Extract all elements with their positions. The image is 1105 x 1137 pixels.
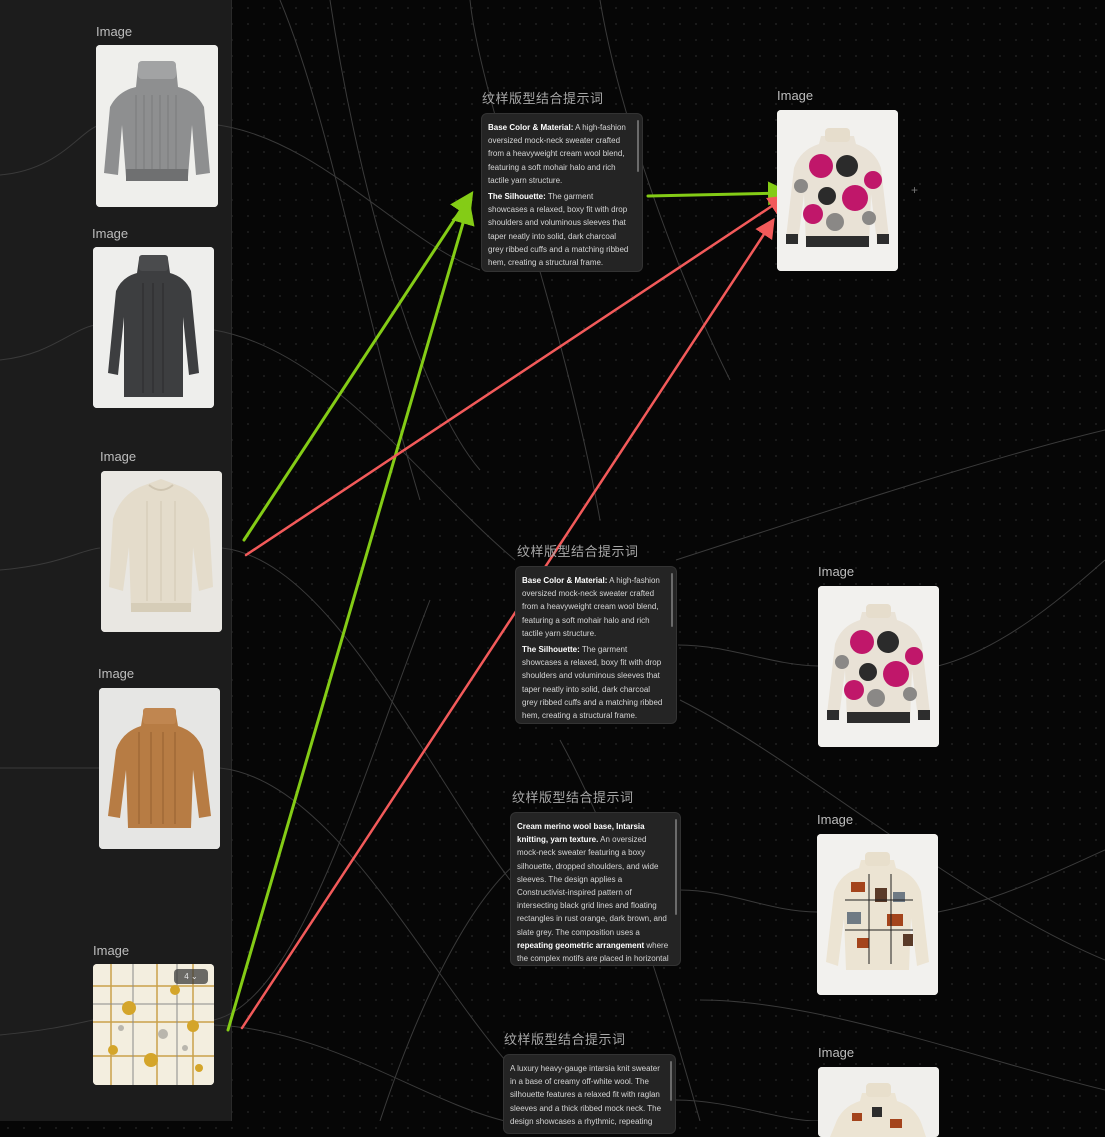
connection-curve xyxy=(213,1024,506,1121)
connection-curve xyxy=(0,124,101,176)
connection-curve xyxy=(937,849,1105,913)
connection-curve xyxy=(937,559,1105,667)
prompt-paragraph: The Silhouette: The garment showcases a … xyxy=(488,192,629,268)
output-image-node-2[interactable] xyxy=(818,586,939,747)
charcoal-sweater-dress-image xyxy=(93,247,214,408)
prompt-node-1[interactable]: Base Color & Material: A high-fashion ov… xyxy=(481,113,643,272)
connection-curve xyxy=(213,599,431,1021)
connection-curve xyxy=(279,0,421,501)
node-label: Image xyxy=(777,88,814,103)
connection-curve xyxy=(679,889,818,913)
connection-curve xyxy=(0,324,96,361)
green-arrow xyxy=(226,200,475,1032)
scrollbar-thumb[interactable] xyxy=(670,1061,672,1101)
prompt-paragraph: Cream merino wool base, Intarsia knittin… xyxy=(517,822,669,964)
scrollbar-thumb[interactable] xyxy=(675,819,677,915)
connection-curve xyxy=(675,429,1105,561)
connection-curve xyxy=(0,547,101,571)
cream-balloon-sleeve-sweater-image xyxy=(101,471,222,632)
output-image-node-4[interactable] xyxy=(818,1067,939,1137)
node-label: Image xyxy=(818,564,855,579)
green-arrow xyxy=(646,181,792,206)
connection-curve xyxy=(677,644,819,667)
node-label: Image xyxy=(92,226,129,241)
chevron-down-icon: ⌄ xyxy=(190,972,198,981)
node-label: Image xyxy=(98,666,135,681)
gray-turtleneck-sweater-image xyxy=(96,45,218,207)
prompt-paragraph: Base Color & Material: A high-fashion ov… xyxy=(522,576,660,638)
prompt-node-title: 纹样版型结合提示词 xyxy=(482,91,604,106)
connection-curve xyxy=(217,124,481,271)
prompt-node-title: 纹样版型结合提示词 xyxy=(504,1032,626,1047)
connection-curve xyxy=(379,859,521,1121)
geometric-intarsia-sweater-image xyxy=(818,1067,939,1137)
image-node-gray-sweater[interactable] xyxy=(96,45,218,207)
connection-curve xyxy=(329,0,481,471)
batch-count-badge[interactable]: 4 ⌄ xyxy=(174,969,208,984)
node-label: Image xyxy=(818,1045,855,1060)
connection-curve xyxy=(0,1019,94,1036)
connection-curve xyxy=(213,329,516,561)
prompt-paragraph: The Silhouette: The garment showcases a … xyxy=(522,645,663,721)
geometric-intarsia-sweater-image xyxy=(817,834,938,995)
node-label: Image xyxy=(96,24,133,39)
add-output-icon[interactable]: + xyxy=(911,184,918,196)
prompt-node-title: 纹样版型结合提示词 xyxy=(512,790,634,805)
prompt-node-3[interactable]: Cream merino wool base, Intarsia knittin… xyxy=(510,812,681,966)
image-node-cream-sweater[interactable] xyxy=(101,471,222,632)
batch-count-value: 4 xyxy=(184,972,189,981)
output-image-node-1[interactable] xyxy=(777,110,898,271)
image-node-charcoal-dress[interactable] xyxy=(93,247,214,408)
scrollbar-thumb[interactable] xyxy=(671,573,673,627)
node-label: Image xyxy=(93,943,130,958)
prompt-node-4[interactable]: A luxury heavy-gauge intarsia knit sweat… xyxy=(503,1054,676,1134)
green-arrow xyxy=(242,190,474,542)
image-node-camel-sweater[interactable] xyxy=(99,688,220,849)
prompt-node-title: 纹样版型结合提示词 xyxy=(517,544,639,559)
image-node-pattern-swatch[interactable]: 4 ⌄ xyxy=(93,964,214,1085)
node-label: Image xyxy=(100,449,137,464)
scrollbar-thumb[interactable] xyxy=(637,120,639,172)
connection-curve xyxy=(221,547,511,881)
prompt-paragraph: A luxury heavy-gauge intarsia knit sweat… xyxy=(510,1064,662,1126)
output-image-node-3[interactable] xyxy=(817,834,938,995)
prompt-node-2[interactable]: Base Color & Material: A high-fashion ov… xyxy=(515,566,677,724)
polka-dot-intarsia-sweater-image xyxy=(777,110,898,271)
polka-dot-intarsia-sweater-image xyxy=(818,586,939,747)
prompt-paragraph: Base Color & Material: A high-fashion ov… xyxy=(488,123,626,185)
camel-chunky-knit-sweater-image xyxy=(99,688,220,849)
node-label: Image xyxy=(817,812,854,827)
red-arrow xyxy=(240,217,775,1030)
